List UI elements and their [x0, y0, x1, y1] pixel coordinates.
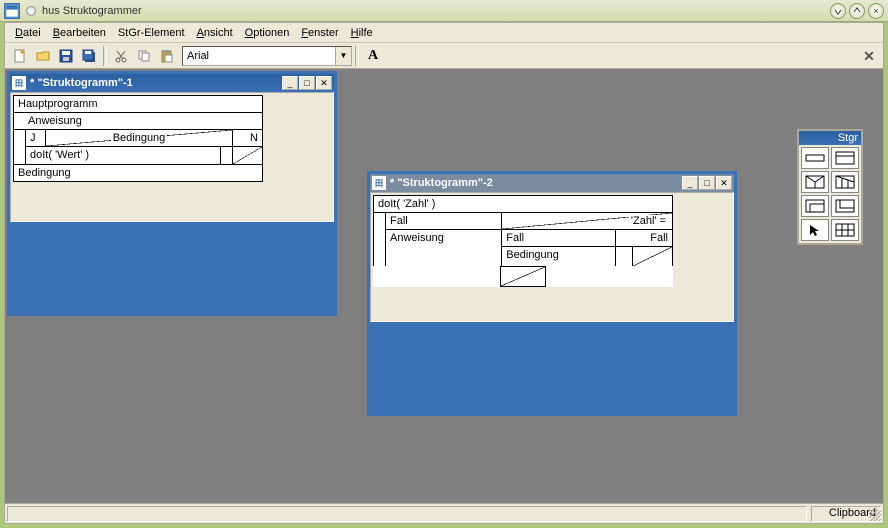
menu-stgr-element[interactable]: StGr-Element — [112, 25, 191, 41]
diagram-cell-diag2[interactable] — [500, 267, 545, 287]
child1-close-button[interactable]: ✕ — [316, 76, 332, 90]
statusbar: Clipboard — [5, 503, 883, 523]
child1-titlebar[interactable]: 田 * "Struktogramm"-1 _ □ ✕ — [10, 74, 334, 92]
menu-optionen[interactable]: Optionen — [239, 25, 296, 41]
child2-minimize-button[interactable]: _ — [682, 176, 698, 190]
diagram-cell-bedingung: Bedingung — [46, 130, 233, 147]
tool-condition[interactable] — [801, 171, 829, 193]
diagram-cell-hauptprogramm[interactable]: Hauptprogramm — [14, 96, 263, 113]
paste-button[interactable] — [156, 45, 178, 67]
font-select[interactable]: Arial ▼ — [182, 46, 352, 66]
tool-loop-pre[interactable] — [801, 195, 829, 217]
child1-title: * "Struktogramm"-1 — [30, 77, 281, 89]
toolbox-title: Stgr — [838, 132, 858, 144]
cut-button[interactable] — [110, 45, 132, 67]
resize-grip-icon[interactable] — [869, 509, 881, 521]
child2-close-button[interactable]: ✕ — [716, 176, 732, 190]
diagram-cell-bedingung-bottom[interactable]: Bedingung — [14, 165, 263, 182]
toolbox-palette[interactable]: Stgr — [797, 129, 863, 245]
diagram-cell-diag[interactable] — [233, 147, 263, 165]
diagram-cell-n[interactable]: N — [233, 130, 263, 147]
diagram-cell-fall1[interactable]: Fall — [386, 213, 502, 230]
diagram-indent — [14, 130, 26, 165]
tool-case[interactable] — [831, 171, 859, 193]
save-all-button[interactable] — [78, 45, 100, 67]
child1-minimize-button[interactable]: _ — [282, 76, 298, 90]
tool-grid[interactable] — [831, 219, 859, 241]
save-button[interactable] — [55, 45, 77, 67]
child2-title: * "Struktogramm"-2 — [390, 177, 681, 189]
diagram-indent2 — [616, 247, 633, 267]
new-button[interactable] — [9, 45, 31, 67]
diagram-cell-j[interactable]: J — [26, 130, 46, 147]
diagram-cell-zahl-eq: 'Zahl' = — [502, 213, 673, 230]
outer-window-titlebar: hus Struktogrammer × — [0, 0, 888, 22]
app-icon — [4, 3, 20, 19]
diagram-cell-doit[interactable]: doIt( 'Zahl' ) — [374, 196, 673, 213]
diagram-indent — [374, 213, 386, 267]
tool-sequence[interactable] — [801, 147, 829, 169]
app-frame: Datei Bearbeiten StGr-Element Ansicht Op… — [4, 22, 884, 524]
child2-titlebar[interactable]: 田 * "Struktogramm"-2 _ □ ✕ — [370, 174, 734, 192]
diagram-cell-fall3[interactable]: Fall — [616, 230, 673, 247]
diagram-cell-fall2[interactable]: Fall — [502, 230, 616, 247]
font-select-value: Arial — [183, 50, 335, 62]
child-window-1[interactable]: 田 * "Struktogramm"-1 _ □ ✕ Hauptprogramm… — [7, 71, 337, 316]
diagram-cell-empty[interactable] — [221, 147, 233, 165]
diagram-cell-bedingung[interactable]: Bedingung — [502, 247, 616, 267]
font-style-button[interactable]: A — [362, 45, 384, 67]
diagram-cell-diag[interactable] — [633, 247, 673, 267]
toolbox-titlebar[interactable]: Stgr — [799, 131, 861, 145]
maximize-button[interactable] — [849, 3, 865, 19]
open-button[interactable] — [32, 45, 54, 67]
mdi-area[interactable]: 田 * "Struktogramm"-1 _ □ ✕ Hauptprogramm… — [5, 69, 883, 503]
child2-maximize-button[interactable]: □ — [699, 176, 715, 190]
child1-maximize-button[interactable]: □ — [299, 76, 315, 90]
menu-datei[interactable]: Datei — [9, 25, 47, 41]
child-window-2[interactable]: 田 * "Struktogramm"-2 _ □ ✕ doIt( 'Zahl' … — [367, 171, 737, 416]
close-button[interactable]: × — [868, 3, 884, 19]
menu-bearbeiten[interactable]: Bearbeiten — [47, 25, 112, 41]
menu-hilfe[interactable]: Hilfe — [345, 25, 379, 41]
diagram-cell-anweisung[interactable]: Anweisung — [386, 230, 502, 267]
diagram-cell-doit[interactable]: doIt( 'Wert' ) — [26, 147, 221, 165]
minimize-button[interactable] — [830, 3, 846, 19]
child1-diagram[interactable]: Hauptprogramm Anweisung J Bedingung N do… — [11, 93, 333, 184]
tool-pointer[interactable] — [801, 219, 829, 241]
tool-loop-post[interactable] — [831, 195, 859, 217]
child2-diagram[interactable]: doIt( 'Zahl' ) Fall 'Zahl' = Anweisung F… — [371, 193, 733, 289]
window-title: hus Struktogrammer — [42, 5, 830, 17]
document-icon: 田 — [372, 176, 386, 190]
toolbar: Arial ▼ A ✕ — [5, 43, 883, 69]
font-select-dropdown-button[interactable]: ▼ — [335, 47, 351, 65]
menubar: Datei Bearbeiten StGr-Element Ansicht Op… — [5, 23, 883, 43]
statusbar-main — [7, 506, 807, 522]
tool-block[interactable] — [831, 147, 859, 169]
diagram-cell-anweisung[interactable]: Anweisung — [14, 113, 263, 130]
mdi-close-button[interactable]: ✕ — [859, 46, 879, 66]
document-icon: 田 — [12, 76, 26, 90]
copy-button[interactable] — [133, 45, 155, 67]
menu-ansicht[interactable]: Ansicht — [191, 25, 239, 41]
modified-indicator — [26, 6, 36, 16]
menu-fenster[interactable]: Fenster — [295, 25, 344, 41]
